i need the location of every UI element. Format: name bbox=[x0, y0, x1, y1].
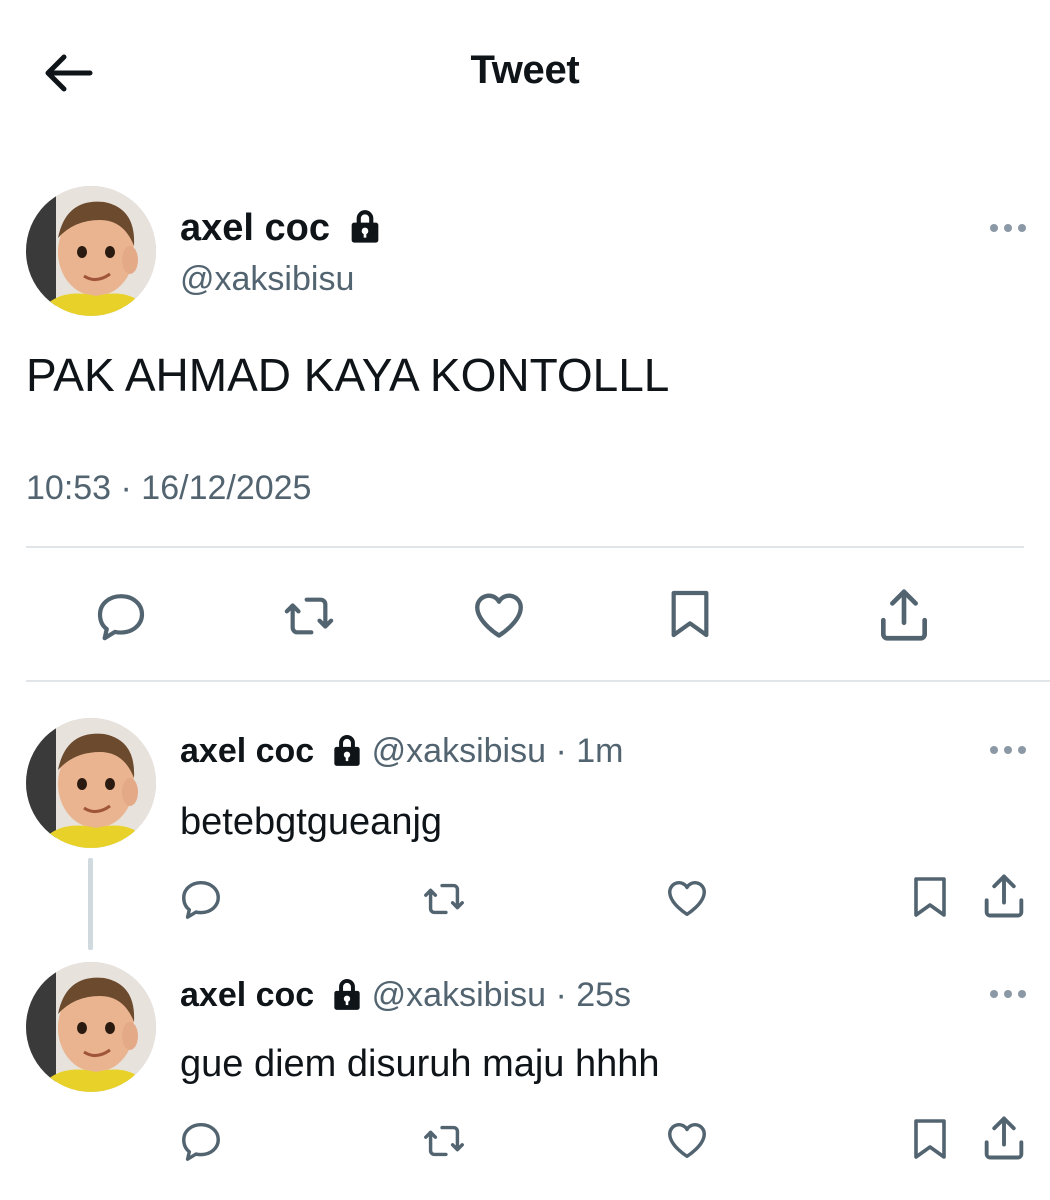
bookmark-button[interactable] bbox=[906, 872, 954, 922]
reply-avatar[interactable] bbox=[26, 962, 156, 1092]
retweet-button[interactable] bbox=[418, 876, 470, 922]
reply-button[interactable] bbox=[178, 1118, 224, 1164]
author-handle[interactable]: @xaksibisu bbox=[180, 259, 354, 299]
reply-author-name[interactable]: axel coc bbox=[180, 976, 314, 1014]
bookmark-button[interactable] bbox=[906, 1114, 954, 1164]
more-icon bbox=[990, 990, 1026, 998]
tweet-timestamp[interactable]: 10:53 · 16/12/2025 bbox=[26, 468, 311, 508]
like-icon bbox=[664, 1116, 710, 1164]
reply-author-name[interactable]: axel coc bbox=[180, 732, 314, 770]
thread-line bbox=[88, 858, 93, 950]
like-button[interactable] bbox=[664, 874, 710, 922]
bookmark-icon bbox=[906, 1114, 954, 1164]
lock-icon bbox=[328, 975, 366, 1013]
reply-avatar[interactable] bbox=[26, 718, 156, 848]
reply-icon bbox=[178, 1118, 224, 1164]
reply-icon bbox=[93, 588, 149, 644]
reply-text: gue diem disuruh maju hhhh bbox=[180, 1043, 660, 1085]
retweet-icon bbox=[418, 876, 470, 922]
like-icon bbox=[664, 874, 710, 922]
more-icon bbox=[990, 224, 1026, 232]
divider bbox=[26, 680, 1050, 682]
reply-text: betebgtgueanjg bbox=[180, 801, 443, 843]
lock-icon bbox=[328, 731, 366, 769]
like-button[interactable] bbox=[470, 586, 528, 644]
retweet-button[interactable] bbox=[418, 1118, 470, 1164]
reply-icon bbox=[178, 876, 224, 922]
reply-more-button[interactable] bbox=[986, 984, 1030, 1004]
share-icon bbox=[978, 1112, 1030, 1164]
author-name[interactable]: axel coc bbox=[180, 207, 330, 249]
bookmark-icon bbox=[662, 586, 718, 642]
like-button[interactable] bbox=[664, 1116, 710, 1164]
reply-button[interactable] bbox=[178, 876, 224, 922]
share-button[interactable] bbox=[873, 584, 935, 646]
bookmark-button[interactable] bbox=[662, 586, 718, 642]
retweet-icon bbox=[418, 1118, 470, 1164]
divider bbox=[26, 546, 1024, 548]
retweet-icon bbox=[279, 588, 339, 644]
reply-handle-time[interactable]: @xaksibisu · 25s bbox=[372, 976, 631, 1014]
avatar[interactable] bbox=[26, 186, 156, 316]
reply-header: axel coc @xaksibisu · 25s bbox=[180, 974, 631, 1016]
share-button[interactable] bbox=[978, 870, 1030, 922]
like-icon bbox=[470, 586, 528, 644]
page-title: Tweet bbox=[470, 48, 580, 92]
share-icon bbox=[978, 870, 1030, 922]
share-button[interactable] bbox=[978, 1112, 1030, 1164]
lock-icon bbox=[345, 206, 385, 246]
bookmark-icon bbox=[906, 872, 954, 922]
retweet-button[interactable] bbox=[279, 588, 339, 644]
author-name-row: axel coc bbox=[180, 206, 385, 250]
more-icon bbox=[990, 746, 1026, 754]
reply-header: axel coc @xaksibisu · 1m bbox=[180, 730, 623, 772]
reply-button[interactable] bbox=[93, 588, 149, 644]
tweet-text: PAK AHMAD KAYA KONTOLLL bbox=[26, 349, 670, 401]
share-icon bbox=[873, 584, 935, 646]
more-options-button[interactable] bbox=[986, 218, 1030, 238]
reply-handle-time[interactable]: @xaksibisu · 1m bbox=[372, 732, 624, 770]
reply-more-button[interactable] bbox=[986, 740, 1030, 760]
